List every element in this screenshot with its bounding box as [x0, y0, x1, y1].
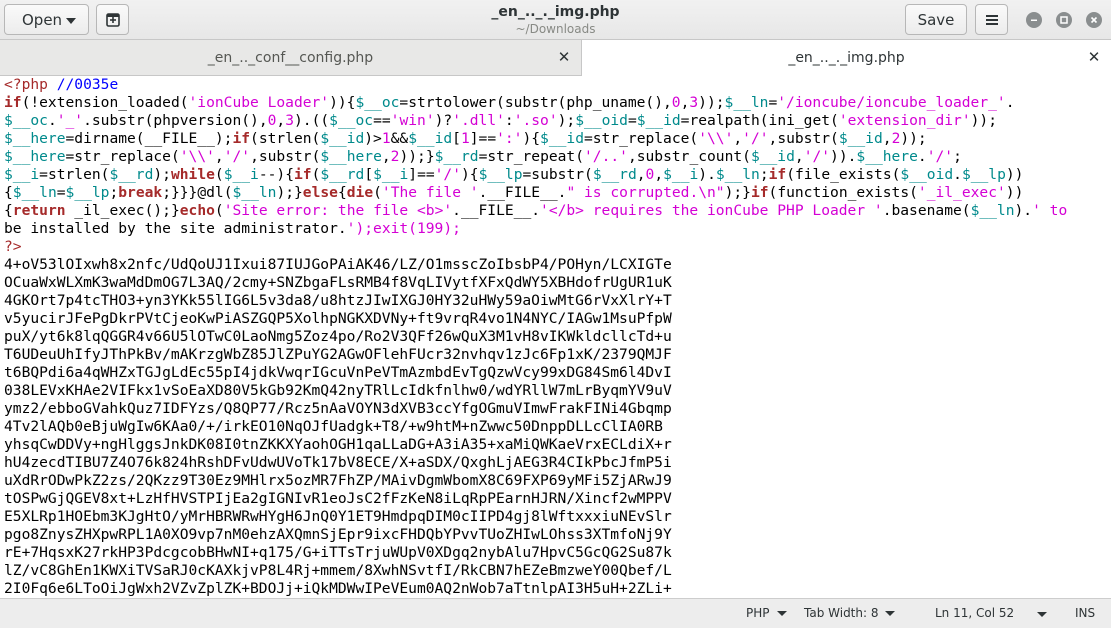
- close-icon[interactable]: ✕: [1087, 50, 1101, 65]
- encoded-data-line: 4Tv2lAQb0eBjuWgIw6KAa0/+/irkEO10NqOJfUad…: [4, 418, 663, 435]
- encoded-data-line: E5XLRp1HOEbm3KJgHtO/yMrHBRWRwHYgH6JnQ0Y1…: [4, 508, 672, 525]
- code-line: <?php //0035e: [4, 76, 119, 93]
- minimize-icon: [1031, 19, 1037, 21]
- hamburger-menu-icon: [985, 14, 998, 25]
- save-button[interactable]: Save: [905, 4, 967, 35]
- code-line: {$__ln=$__lp;break;}}}@dl($__ln);}else{d…: [4, 184, 1024, 201]
- window-subtitle: ~/Downloads: [515, 22, 596, 36]
- tab-label: _en_.._conf__config.php: [207, 50, 374, 66]
- tab-img-php[interactable]: _en_.._._img.php ✕: [582, 40, 1111, 77]
- tab-label: _en_.._._img.php: [788, 49, 905, 66]
- window-title: _en_.._._img.php: [491, 4, 620, 20]
- tab-bar: _en_.._conf__config.php ✕ _en_.._._img.p…: [0, 40, 1111, 77]
- close-icon: [1090, 16, 1098, 24]
- tab-width-selector[interactable]: Tab Width: 8: [804, 606, 896, 620]
- close-icon[interactable]: ✕: [557, 50, 571, 65]
- encoded-data-line: ymz2/ebboGVahkQuz7IDFYzs/Q8QP77/Rcz5nAaV…: [4, 400, 672, 417]
- menu-button[interactable]: [975, 4, 1008, 35]
- encoded-data-line: 4+oV53lOIxwh8x2nfc/UdQoUJ1Ixui87IUJGoPAi…: [4, 256, 672, 273]
- encoded-data-line: 4GKOrt7p4tcTHO3+yn3YKk55lIG6L5v3da8/u8ht…: [4, 292, 672, 309]
- code-line: $__oc.'_'.substr(phpversion(),0,3).(($__…: [4, 112, 997, 129]
- encoded-data-line: hU4zecdTIBU7Z4O76k824hRshDFvUdwUVoTk17bV…: [4, 454, 672, 471]
- code-line: $__i=strlen($__rd);while($__i--){if($__r…: [4, 166, 1024, 183]
- insert-mode: INS: [1075, 606, 1095, 620]
- open-button-label: Open: [22, 10, 63, 29]
- code-line: if(!extension_loaded('ionCube Loader')){…: [4, 94, 1015, 111]
- chevron-down-icon[interactable]: [1037, 612, 1047, 617]
- cursor-position-label: Ln 11, Col 52: [935, 606, 1015, 620]
- encoded-data-line: OCuaWxWLXmK3waMdDmOG7L3AQ/2cmy+SNZbgaFLs…: [4, 274, 672, 291]
- language-selector[interactable]: PHP: [746, 606, 787, 620]
- chevron-down-icon: [66, 18, 76, 24]
- minimize-button[interactable]: [1026, 12, 1042, 28]
- header-bar: Open _en_.._._img.php ~/Downloads Save: [0, 0, 1111, 40]
- cursor-position[interactable]: Ln 11, Col 52: [935, 606, 1014, 620]
- encoded-data-line: rE+7HqsxK27rkHP3PdcgcobBHwNI+q175/G+iTTs…: [4, 544, 672, 561]
- new-document-button[interactable]: [96, 4, 129, 35]
- maximize-button[interactable]: [1056, 12, 1072, 28]
- chevron-down-icon: [885, 610, 896, 616]
- tab-config-php[interactable]: _en_.._conf__config.php ✕: [0, 40, 582, 76]
- encoded-data-line: uXdRrODwPkZ2zs/2QKzz9T30Ez9MHlrx5ozMR7Fh…: [4, 472, 672, 489]
- maximize-icon: [1060, 16, 1068, 24]
- code-line: {return _il_exec();}echo('Site error: th…: [4, 202, 1068, 219]
- encoded-data-line: pgo8ZnysZHXpwRPL1A0XO9vp7nM0ehzAXQmnSjEp…: [4, 526, 672, 543]
- code-line: $__here=dirname(__FILE__);if(strlen($__i…: [4, 130, 927, 147]
- encoded-data-line: T6UDeuUhIfyJThPkBv/mAKrzgWbZ85JlZPuYG2AG…: [4, 346, 672, 363]
- encoded-data-line: lZ/vC8GhEn1KWXiTVSaRJ0cKAXkjvP8L4Rj+mmem…: [4, 562, 672, 579]
- encoded-data-line: puX/yt6k8lqQGGR4v66U5lOTwC0LaoNmg5Zoz4po…: [4, 328, 672, 345]
- tab-width-label: Tab Width: 8: [804, 606, 879, 620]
- open-button[interactable]: Open: [4, 4, 89, 35]
- language-label: PHP: [746, 606, 770, 620]
- encoded-data-line: tOSPwGjQGEV8xt+LzHfHVSTPIjEa2gIGNIvR1eoJ…: [4, 490, 672, 507]
- encoded-data-line: v5yucirJFePgDkrPVtCjeoKwPiASZGQP5XolhpNG…: [4, 310, 672, 327]
- close-window-button[interactable]: [1086, 12, 1102, 28]
- code-line: be installed by the site administrator.'…: [4, 220, 461, 237]
- status-bar: PHP Tab Width: 8 Ln 11, Col 52 INS: [0, 598, 1111, 628]
- code-line: ?>: [4, 238, 22, 255]
- code-line: $__here=str_replace('\\','/',substr($__h…: [4, 148, 962, 165]
- chevron-down-icon: [776, 610, 787, 616]
- encoded-data-line: 2I0Fq6e6LToOiJgWxh2VZvZplZK+BDOJj+iQkMDW…: [4, 580, 672, 597]
- encoded-data-line: t6BQPdi6a4qWHZxTGJgLdEc55pI4jdkVwqrIGcuV…: [4, 364, 672, 381]
- new-tab-icon: [105, 12, 120, 27]
- code-editor[interactable]: <?php //0035e if(!extension_loaded('ionCu…: [0, 76, 1111, 598]
- insert-mode-label: INS: [1075, 606, 1096, 620]
- save-button-label: Save: [917, 10, 955, 29]
- encoded-data-line: yhsqCwDDVy+ngHlggsJnkDK08I0tnZKKXYaohOGH…: [4, 436, 672, 453]
- encoded-data-line: 038LEVxKHAe2VIFkx1vSoEaXD80V5kGb92KmQ42n…: [4, 382, 672, 399]
